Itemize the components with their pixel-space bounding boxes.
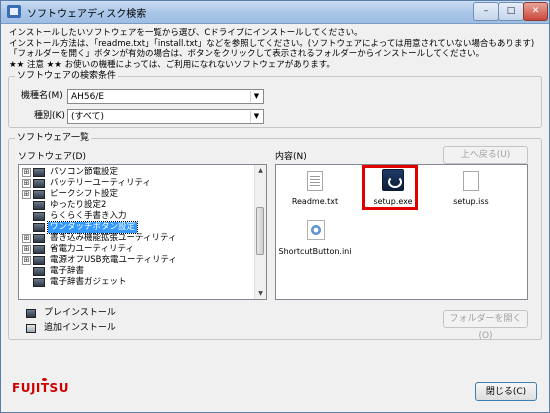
folder-icon	[33, 179, 45, 188]
tree-item[interactable]: ⊞ 書き込み機能拡張ユーティリティ	[19, 233, 259, 244]
folder-icon	[33, 190, 45, 199]
type-dropdown[interactable]: (すべて) ▼	[67, 109, 264, 124]
instruction-line: 「フォルダーを開く」ボタンが有効の場合は、ボタンをクリックして表示されるフォルダ…	[9, 49, 485, 59]
search-conditions-label: ソフトウェアの検索条件	[15, 71, 119, 82]
tree-item-label: パソコン節電設定	[50, 167, 119, 177]
tree-item-label: ワンタッチボタン設定	[46, 221, 139, 234]
tree-item[interactable]: ⊞ ピークシフト設定	[19, 189, 259, 200]
instruction-line: インストールしたいソフトウェアを一覧から選び、Cドライブにインストールしてくださ…	[9, 28, 363, 38]
expand-icon[interactable]: ⊞	[22, 179, 31, 188]
folder-icon	[33, 278, 45, 287]
type-label: 種別(K)	[34, 111, 65, 121]
model-name-value: AH56/E	[71, 92, 105, 102]
folder-icon	[33, 245, 45, 254]
tree-item-label: ゆったり設定2	[50, 200, 107, 210]
text-file-icon	[307, 171, 323, 191]
instruction-line: ★★ 注意 ★★ お使いの機種によっては、ご利用になれないソフトウェアがあります…	[9, 59, 335, 70]
folder-icon	[33, 267, 45, 276]
ini-file-icon	[307, 220, 325, 240]
expand-icon[interactable]: ⊞	[22, 190, 31, 199]
tree-item[interactable]: 電子辞書	[19, 266, 259, 277]
window-title: ソフトウェアディスク検索	[27, 9, 147, 20]
expand-icon[interactable]: ⊞	[22, 234, 31, 243]
highlight-box	[362, 165, 418, 210]
tree-item-label: 電子辞書	[50, 266, 85, 276]
software-tree[interactable]: ⊞ パソコン節電設定 ⊞ バッテリーユーティリティ ⊞ ピークシフト設定 ゆった…	[18, 164, 267, 300]
tree-item[interactable]: ⊞ バッテリーユーティリティ	[19, 178, 259, 189]
title-bar[interactable]: ソフトウェアディスク検索 – □ ✕	[1, 1, 549, 24]
software-list-label: ソフトウェア一覧	[15, 133, 92, 144]
minimize-button[interactable]: –	[473, 2, 499, 21]
chevron-down-icon: ▼	[250, 91, 262, 102]
content-pane: Readme.txt setup.exe setup.iss ShortcutB…	[275, 164, 528, 300]
tree-item[interactable]: ゆったり設定2	[19, 200, 259, 211]
chevron-down-icon: ▼	[250, 111, 262, 122]
tree-item-label: 電源オフUSB充電ユーティリティ	[50, 255, 177, 265]
tree-item-label: 省電力ユーティリティ	[50, 244, 134, 254]
expand-icon[interactable]: ⊞	[22, 168, 31, 177]
scroll-up-icon[interactable]: ▲	[256, 166, 265, 175]
tree-scrollbar[interactable]: ▲ ▼	[254, 165, 266, 299]
tree-item[interactable]: ⊞ パソコン節電設定	[19, 167, 259, 178]
scrollbar-thumb[interactable]	[256, 207, 264, 255]
folder-icon	[33, 256, 45, 265]
file-name: ShortcutButton.ini	[278, 247, 352, 256]
tree-item-label: 書き込み機能拡張ユーティリティ	[50, 233, 177, 243]
open-folder-button[interactable]: フォルダーを開く(O)	[443, 310, 528, 341]
model-name-label: 機種名(M)	[21, 91, 63, 101]
tree-item[interactable]: らくらく手書き入力	[19, 211, 259, 222]
folder-icon	[33, 212, 45, 221]
content-label: 内容(N)	[275, 152, 307, 162]
tree-item-label: らくらく手書き入力	[50, 211, 127, 221]
tree-item-label: 電子辞書ガジェット	[50, 277, 127, 287]
legend-preinstall-label: プレインストール	[44, 308, 116, 318]
instructions-text: インストールしたいソフトウェアを一覧から選び、Cドライブにインストールしてくださ…	[9, 28, 543, 70]
tree-item-label: ピークシフト設定	[50, 189, 119, 199]
folder-icon	[33, 201, 45, 210]
software-disc-search-window: ソフトウェアディスク検索 – □ ✕ インストールしたいソフトウェアを一覧から選…	[0, 0, 550, 413]
instruction-line: インストール方法は、「readme.txt」「install.txt」などを参照…	[9, 38, 535, 49]
logo-infinity-mark	[42, 378, 47, 381]
folder-icon	[26, 309, 36, 318]
tree-item[interactable]: 電子辞書ガジェット	[19, 277, 259, 288]
expand-icon[interactable]: ⊞	[22, 245, 31, 254]
fujitsu-logo: FUJITSU	[12, 378, 69, 395]
scroll-down-icon[interactable]: ▼	[256, 289, 265, 298]
file-name: Readme.txt	[291, 197, 339, 206]
expand-icon[interactable]: ⊞	[22, 256, 31, 265]
tree-item-selected[interactable]: ワンタッチボタン設定	[19, 221, 259, 234]
folder-icon	[33, 168, 45, 177]
back-up-button[interactable]: 上へ戻る(U)	[443, 146, 528, 164]
close-button[interactable]: 閉じる(C)	[475, 382, 537, 401]
logo-text: FUJITSU	[12, 381, 69, 395]
legend-add-install-label: 追加インストール	[44, 323, 116, 333]
tree-item[interactable]: ⊞ 電源オフUSB充電ユーティリティ	[19, 255, 259, 266]
software-label: ソフトウェア(D)	[18, 152, 86, 162]
close-window-button[interactable]: ✕	[523, 2, 548, 21]
tree-item-label: バッテリーユーティリティ	[50, 178, 151, 188]
blank-file-icon	[463, 171, 479, 191]
app-icon	[7, 5, 21, 18]
folder-icon	[33, 223, 45, 232]
file-item[interactable]: Readme.txt	[276, 165, 354, 215]
file-name: setup.iss	[453, 197, 489, 206]
type-value: (すべて)	[71, 112, 105, 122]
file-item[interactable]: ShortcutButton.ini	[276, 215, 354, 265]
maximize-button[interactable]: □	[498, 2, 524, 21]
folder-icon	[33, 234, 45, 243]
file-item[interactable]: setup.iss	[432, 165, 510, 215]
tree-item[interactable]: ⊞ 省電力ユーティリティ	[19, 244, 259, 255]
folder-add-icon	[26, 324, 36, 333]
model-name-dropdown[interactable]: AH56/E ▼	[67, 89, 264, 104]
